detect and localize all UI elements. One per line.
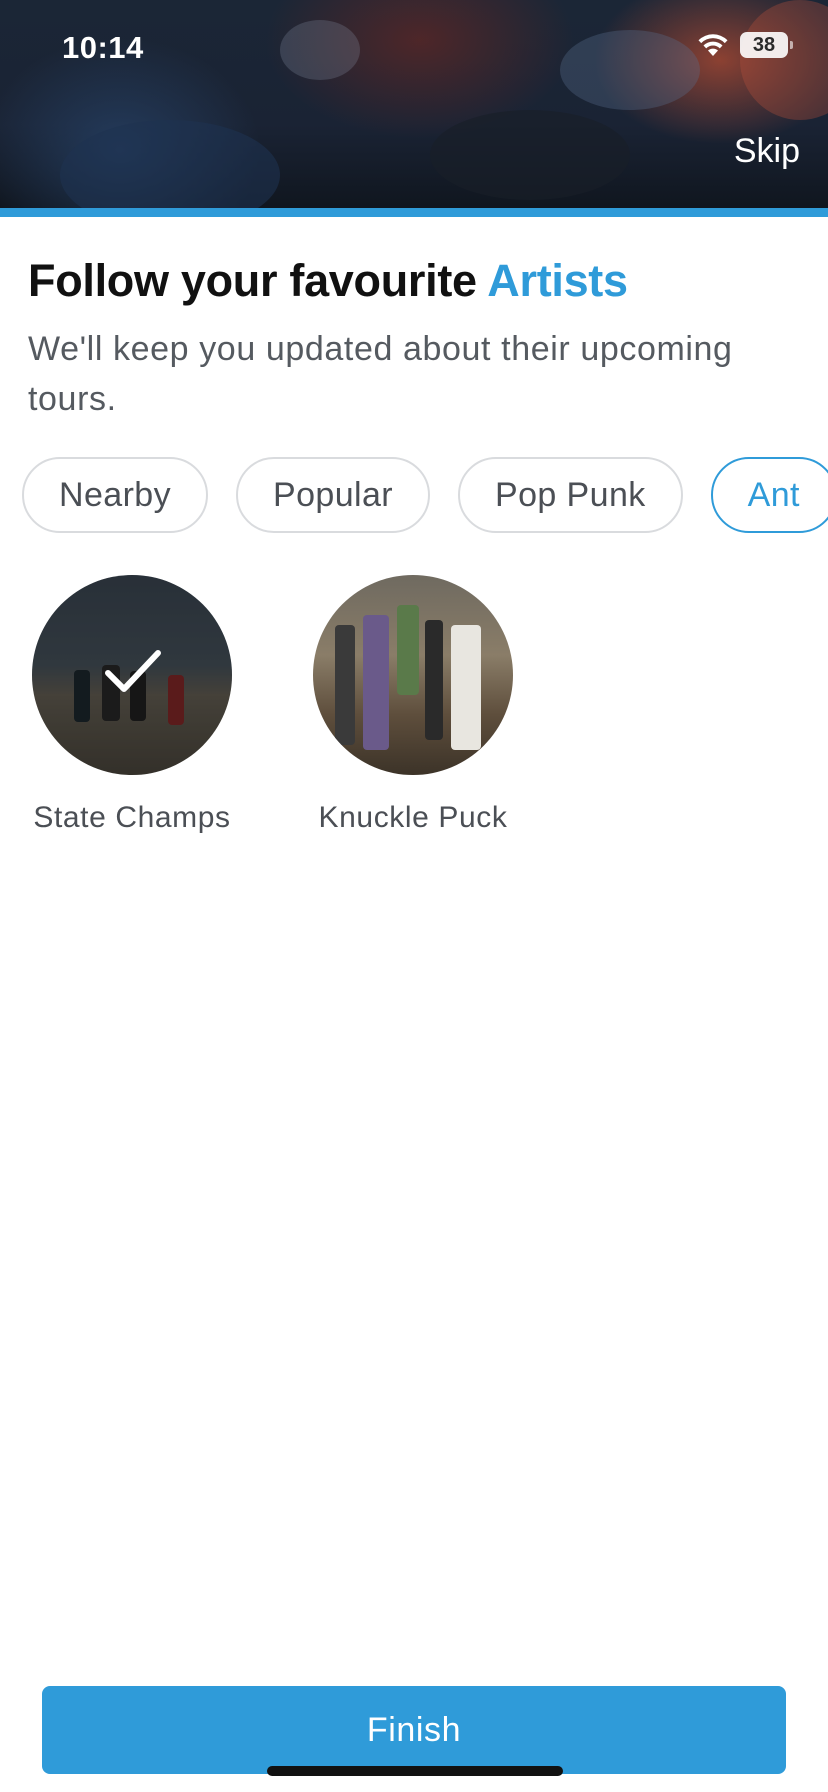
finish-button[interactable]: Finish [42,1686,786,1774]
artist-avatar[interactable] [313,575,513,775]
artist-avatar[interactable] [32,575,232,775]
artist-card-knuckle-puck[interactable]: Knuckle Puck [293,575,533,835]
page-title: Follow your favourite Artists [28,255,628,307]
chip-pop-punk[interactable]: Pop Punk [458,457,683,533]
skip-button[interactable]: Skip [734,132,800,171]
battery-icon: 38 [740,32,793,58]
chip-popular[interactable]: Popular [236,457,431,533]
status-indicators: 38 [696,32,793,58]
title-accent: Artists [487,255,628,306]
status-time: 10:14 [62,30,144,65]
category-filter-chips: Nearby Popular Pop Punk Ant [22,457,828,533]
artist-name: State Champs [33,801,231,834]
artist-card-state-champs[interactable]: State Champs [12,575,252,835]
wifi-icon [698,34,728,56]
page-subtitle: We'll keep you updated about their upcom… [28,330,733,418]
check-icon [105,650,161,692]
battery-level: 38 [752,33,776,56]
header-accent-bar [0,208,828,217]
chip-nearby[interactable]: Nearby [22,457,209,533]
home-indicator [267,1766,563,1776]
artist-name: Knuckle Puck [318,801,508,834]
title-prefix: Follow your favourite [28,255,477,306]
onboarding-screen: 10:14 38 Skip Follow your favourite Arti… [0,0,828,1792]
chip-ant[interactable]: Ant [710,457,828,533]
